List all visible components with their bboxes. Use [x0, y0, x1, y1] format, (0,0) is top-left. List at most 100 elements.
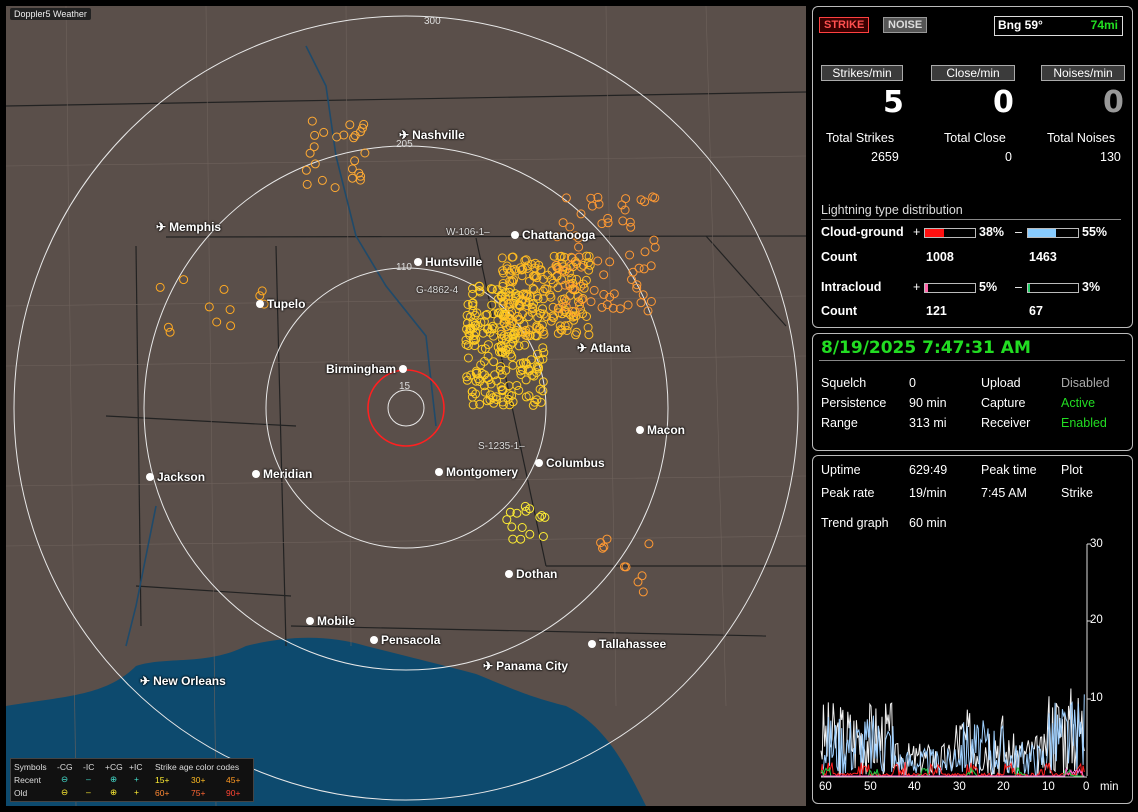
receiver-status[interactable]: Enabled — [1061, 416, 1107, 430]
legend-symbols-label: Symbols — [14, 762, 47, 772]
city-birmingham[interactable]: Birmingham — [326, 362, 408, 376]
city-jackson[interactable]: Jackson — [146, 470, 205, 484]
city-dot-icon — [252, 470, 260, 478]
city-chattanooga[interactable]: Chattanooga — [511, 228, 595, 242]
city-panama-city[interactable]: ✈ Panama City — [483, 659, 568, 673]
strike-symbol — [646, 261, 656, 271]
strike-symbol — [339, 130, 349, 140]
cg-count-label: Count — [821, 250, 858, 264]
storm-marker[interactable]: G-4862-4 — [416, 285, 458, 296]
strike-symbol — [574, 242, 584, 252]
age-30: 30+ — [191, 775, 206, 785]
strike-symbol — [597, 219, 607, 229]
total-strikes-label: Total Strikes — [826, 131, 895, 145]
city-label: Columbus — [546, 456, 605, 470]
storm-marker[interactable]: W-106-1– — [446, 227, 490, 238]
cg-negative-count: 1463 — [1029, 250, 1057, 264]
city-pensacola[interactable]: Pensacola — [370, 633, 440, 647]
city-label: Chattanooga — [522, 228, 596, 242]
city-meridian[interactable]: Meridian — [252, 467, 312, 481]
noises-per-min-value: 0 — [1103, 85, 1124, 120]
persistence-value: 90 min — [909, 396, 947, 410]
city-new-orleans[interactable]: ✈ New Orleans — [140, 674, 226, 688]
strike-symbol — [502, 515, 512, 525]
strike-symbol — [347, 164, 357, 174]
legend-age-title: Strike age color codes — [155, 762, 240, 772]
strike-symbol — [508, 534, 518, 544]
airport-icon: ✈ — [156, 220, 167, 234]
capture-status[interactable]: Active — [1061, 396, 1095, 410]
strike-symbol — [163, 322, 173, 332]
plot-label: Plot — [1061, 463, 1083, 477]
y-tick-10: 10 — [1090, 692, 1103, 704]
plot-value[interactable]: Strike — [1061, 486, 1093, 500]
strike-symbol — [307, 116, 317, 126]
storm-marker[interactable]: S-1235-1– — [478, 441, 525, 452]
distribution-title: Lightning type distribution — [821, 203, 963, 217]
strike-symbol — [646, 297, 656, 306]
strike-symbol — [204, 302, 214, 312]
bearing-readout: Bng 59° 74mi — [994, 16, 1123, 36]
strike-symbol — [226, 321, 236, 331]
city-atlanta[interactable]: ✈ Atlanta — [577, 341, 631, 355]
x-tick-30: 30 — [953, 781, 966, 793]
y-tick-20: 20 — [1090, 614, 1103, 626]
range-value: 313 mi — [909, 416, 947, 430]
city-dothan[interactable]: Dothan — [505, 567, 557, 581]
lightning-map[interactable]: Doppler5 Weather 300 205 110 15 ✈ Nashvil… — [6, 6, 806, 806]
strike-symbol — [538, 386, 548, 396]
strike-symbol — [514, 385, 524, 395]
city-mobile[interactable]: Mobile — [306, 614, 355, 628]
cg-negative-bar — [1027, 228, 1079, 238]
x-tick-20: 20 — [997, 781, 1010, 793]
strike-symbol — [636, 298, 646, 308]
age-90: 90+ — [226, 788, 241, 798]
city-nashville[interactable]: ✈ Nashville — [399, 128, 465, 142]
city-memphis[interactable]: ✈ Memphis — [156, 220, 221, 234]
strike-symbol — [317, 175, 327, 185]
datetime-display: 8/19/2025 7:47:31 AM — [821, 338, 1031, 358]
city-tallahassee[interactable]: Tallahassee — [588, 637, 666, 651]
city-label: Jackson — [157, 470, 206, 484]
pos-cg-recent-icon: ⊕ — [110, 774, 118, 784]
uptime-label: Uptime — [821, 463, 861, 477]
range-label: Range — [821, 416, 858, 430]
strike-symbol — [507, 522, 517, 532]
city-dot-icon — [535, 459, 543, 467]
city-macon[interactable]: Macon — [636, 423, 685, 437]
upload-label: Upload — [981, 376, 1021, 390]
airport-icon: ✈ — [140, 674, 151, 688]
pos-ic-old-icon: + — [134, 787, 139, 797]
x-tick-60: 60 — [819, 781, 832, 793]
ic-negative-bar — [1027, 283, 1079, 293]
strike-symbol — [638, 587, 648, 597]
age-45: 45+ — [226, 775, 241, 785]
upload-status[interactable]: Disabled — [1061, 376, 1110, 390]
strike-symbol — [520, 340, 530, 350]
strike-symbol — [310, 130, 320, 140]
city-tupelo[interactable]: Tupelo — [256, 297, 305, 311]
strike-symbol — [572, 327, 582, 337]
city-dot-icon — [588, 640, 596, 648]
close-per-min-button[interactable]: Close/min — [931, 65, 1015, 81]
noise-mode-button[interactable]: NOISE — [883, 17, 928, 33]
trend-graph-label: Trend graph — [821, 516, 889, 530]
strike-mode-button[interactable]: STRIKE — [819, 17, 870, 33]
city-label: Tupelo — [267, 297, 306, 311]
strike-symbol — [584, 265, 594, 275]
city-columbus[interactable]: Columbus — [535, 456, 605, 470]
city-dot-icon — [435, 468, 443, 476]
strike-symbol — [309, 142, 319, 152]
strike-symbol — [212, 317, 222, 327]
strike-symbol — [589, 285, 599, 295]
city-dot-icon — [636, 426, 644, 434]
noises-per-min-button[interactable]: Noises/min — [1041, 65, 1125, 81]
strike-symbol — [257, 286, 267, 296]
squelch-label: Squelch — [821, 376, 867, 390]
ring-label-15: 15 — [399, 381, 411, 392]
city-huntsville[interactable]: Huntsville — [414, 255, 482, 269]
city-montgomery[interactable]: Montgomery — [435, 465, 518, 479]
peak-time-value: 7:45 AM — [981, 486, 1027, 500]
legend-col: +IC — [129, 762, 143, 772]
strikes-per-min-button[interactable]: Strikes/min — [821, 65, 903, 81]
